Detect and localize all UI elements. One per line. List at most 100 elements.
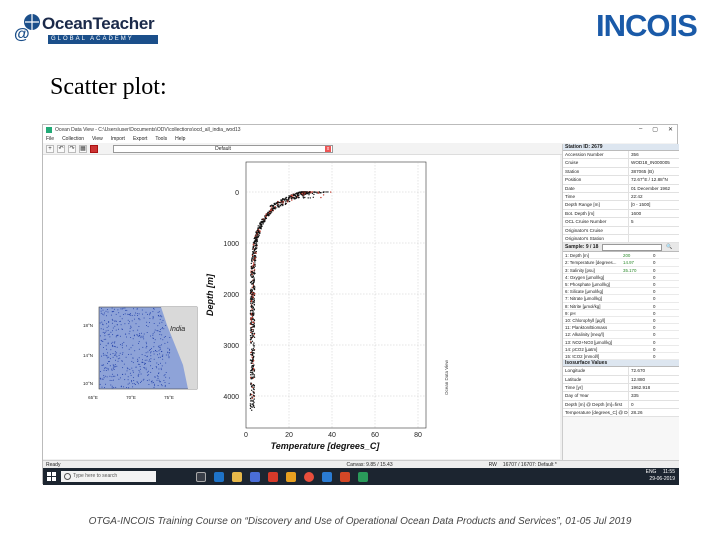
scatter-point bbox=[293, 197, 296, 199]
map-station-dot bbox=[158, 379, 160, 381]
table-row[interactable]: Time 22:42 bbox=[563, 192, 679, 202]
map-station-dot bbox=[138, 348, 140, 350]
table-row[interactable]: Day of Year 335 bbox=[563, 392, 679, 401]
table-row[interactable]: Originator's Station bbox=[563, 234, 679, 244]
menu-help[interactable]: Help bbox=[175, 136, 185, 142]
table-row[interactable]: 10: Chlorophyll [µg/l] 0 bbox=[563, 316, 679, 325]
table-row[interactable]: OCL Cruise Number 5 bbox=[563, 218, 679, 227]
table-row[interactable]: 12: Alkalinity [meq/l] 0 bbox=[563, 331, 679, 339]
menu-view[interactable]: View bbox=[92, 136, 103, 142]
task-view-icon[interactable] bbox=[196, 471, 206, 482]
map-station-dot bbox=[148, 384, 150, 385]
table-row[interactable]: 1: Depth [m] 200 0 bbox=[563, 252, 679, 260]
undo-icon[interactable]: ↶ bbox=[57, 144, 65, 153]
table-row[interactable]: 11: Plankton/Biomass 0 bbox=[563, 324, 679, 332]
map-station-dot bbox=[125, 309, 127, 311]
table-row[interactable]: 14: pCO2 [µatm] 0 bbox=[563, 345, 679, 353]
file-explorer-icon[interactable] bbox=[232, 471, 242, 482]
menu-tools[interactable]: Tools bbox=[155, 136, 167, 142]
sample-search-input[interactable] bbox=[602, 243, 663, 251]
table-row[interactable]: 5: Phosphate [µmol/kg] 0 bbox=[563, 281, 679, 289]
table-row[interactable]: Depth [m] @ Depth [m]=first 0 bbox=[563, 400, 679, 410]
map-station-dot bbox=[100, 339, 102, 341]
scatter-point bbox=[261, 220, 263, 223]
table-row[interactable]: Accession Number 356 bbox=[563, 151, 679, 160]
status-ready: Ready bbox=[46, 461, 61, 468]
map-station-dot bbox=[153, 308, 155, 310]
table-row[interactable]: 7: Nitrate [µmol/kg] 0 bbox=[563, 295, 679, 303]
scatter-point bbox=[250, 326, 252, 329]
menu-collection[interactable]: Collection bbox=[62, 136, 84, 142]
table-row[interactable]: Date 01 December 1962 bbox=[563, 184, 679, 193]
table-row[interactable]: 8: Nitrite [µmol/kg] 0 bbox=[563, 302, 679, 310]
scatter-point bbox=[252, 267, 254, 269]
maximize-button[interactable]: ▢ bbox=[652, 126, 658, 133]
table-row[interactable]: 15: tCO2 [mmol/l] 0 bbox=[563, 352, 679, 361]
table-row[interactable]: Station 387065 (B) bbox=[563, 167, 679, 177]
taskbar: Type here to search ENG 11:55 29-06-2019 bbox=[43, 468, 679, 485]
map-station-dot bbox=[146, 371, 148, 373]
map-station-dot bbox=[169, 352, 171, 354]
table-row[interactable]: Time [yr] 1962.918 bbox=[563, 383, 679, 393]
chrome-icon[interactable] bbox=[304, 471, 314, 482]
map-station-dot bbox=[122, 373, 124, 375]
menu-export[interactable]: Export bbox=[133, 136, 147, 142]
scatter-plot[interactable]: India 18°N 14°N 10°N 65°E 70°E 75°E 0 10… bbox=[43, 155, 560, 459]
map-station-dot bbox=[142, 359, 143, 361]
plot-canvas[interactable]: India 18°N 14°N 10°N 65°E 70°E 75°E 0 10… bbox=[43, 155, 560, 459]
scatter-point bbox=[257, 225, 259, 227]
map-station-dot bbox=[121, 318, 123, 320]
word-icon[interactable] bbox=[322, 471, 332, 482]
scatter-point bbox=[251, 350, 254, 352]
table-row[interactable]: Latitude 12.880 bbox=[563, 375, 679, 384]
map-station-dot bbox=[164, 374, 166, 376]
table-row[interactable]: 3: Salinity [psu] 35.170 0 bbox=[563, 266, 679, 274]
clear-view-icon[interactable]: x bbox=[325, 145, 331, 152]
map-station-dot bbox=[124, 313, 126, 315]
taskbar-search-input[interactable]: Type here to search bbox=[61, 471, 156, 482]
close-button[interactable]: ✕ bbox=[668, 126, 673, 133]
table-row[interactable]: 2: Temperature [degrees... 14.97 0 bbox=[563, 259, 679, 267]
table-row[interactable]: Depth Range [m] [0 - 1500] bbox=[563, 201, 679, 210]
map-station-dot bbox=[118, 354, 120, 356]
grid-icon[interactable]: ▦ bbox=[79, 144, 87, 153]
row-flag: 0 bbox=[653, 353, 656, 359]
table-row[interactable]: Bot. Depth [m] 1600 bbox=[563, 209, 679, 219]
system-tray[interactable]: ENG 11:55 29-06-2019 bbox=[646, 469, 675, 483]
table-row[interactable]: Position 72.67°E / 12.88°N bbox=[563, 176, 679, 185]
row-value bbox=[623, 288, 653, 294]
table-row[interactable]: Longitude 72.670 bbox=[563, 367, 679, 376]
table-row[interactable]: 6: Silicate [µmol/kg] 0 bbox=[563, 288, 679, 296]
table-row[interactable]: 4: Oxygen [µmol/kg] 0 bbox=[563, 273, 679, 282]
vlc-icon[interactable] bbox=[286, 471, 296, 482]
table-row[interactable]: 9: pH 0 bbox=[563, 309, 679, 317]
add-icon[interactable]: + bbox=[46, 144, 54, 153]
table-row[interactable]: Cruise WOD18_IN000005 bbox=[563, 159, 679, 168]
windows-start-icon[interactable] bbox=[43, 468, 59, 485]
menu-file[interactable]: File bbox=[46, 136, 54, 142]
search-icon[interactable]: 🔍 bbox=[666, 244, 672, 250]
map-station-dot bbox=[104, 320, 106, 322]
table-row[interactable]: Originator's Cruise bbox=[563, 226, 679, 235]
map-station-dot bbox=[109, 375, 111, 377]
table-row[interactable]: Temperature [degrees_C] @ Depth [m...28.… bbox=[563, 409, 679, 418]
scatter-point bbox=[295, 196, 298, 198]
store-icon[interactable] bbox=[250, 471, 260, 482]
menu-import[interactable]: Import bbox=[111, 136, 125, 142]
map-station-dot bbox=[161, 350, 163, 352]
edge-icon[interactable] bbox=[214, 471, 224, 482]
minimize-button[interactable]: – bbox=[639, 126, 642, 133]
station-map[interactable]: India 18°N 14°N 10°N 65°E 70°E 75°E bbox=[83, 306, 198, 400]
acrobat-icon[interactable] bbox=[268, 471, 278, 482]
map-station-dot bbox=[114, 345, 115, 347]
map-station-dot bbox=[106, 348, 108, 350]
odv-app-icon[interactable] bbox=[358, 471, 368, 482]
view-select[interactable]: Default x bbox=[113, 144, 333, 153]
map-station-dot bbox=[150, 360, 152, 362]
stop-icon[interactable] bbox=[90, 144, 98, 153]
scatter-point bbox=[252, 296, 254, 299]
table-row[interactable]: 13: NO2+NO3 [µmol/kg] 0 bbox=[563, 338, 679, 346]
redo-icon[interactable]: ↷ bbox=[68, 144, 76, 153]
powerpoint-icon[interactable] bbox=[340, 471, 350, 482]
row-value: 356 bbox=[631, 152, 639, 157]
